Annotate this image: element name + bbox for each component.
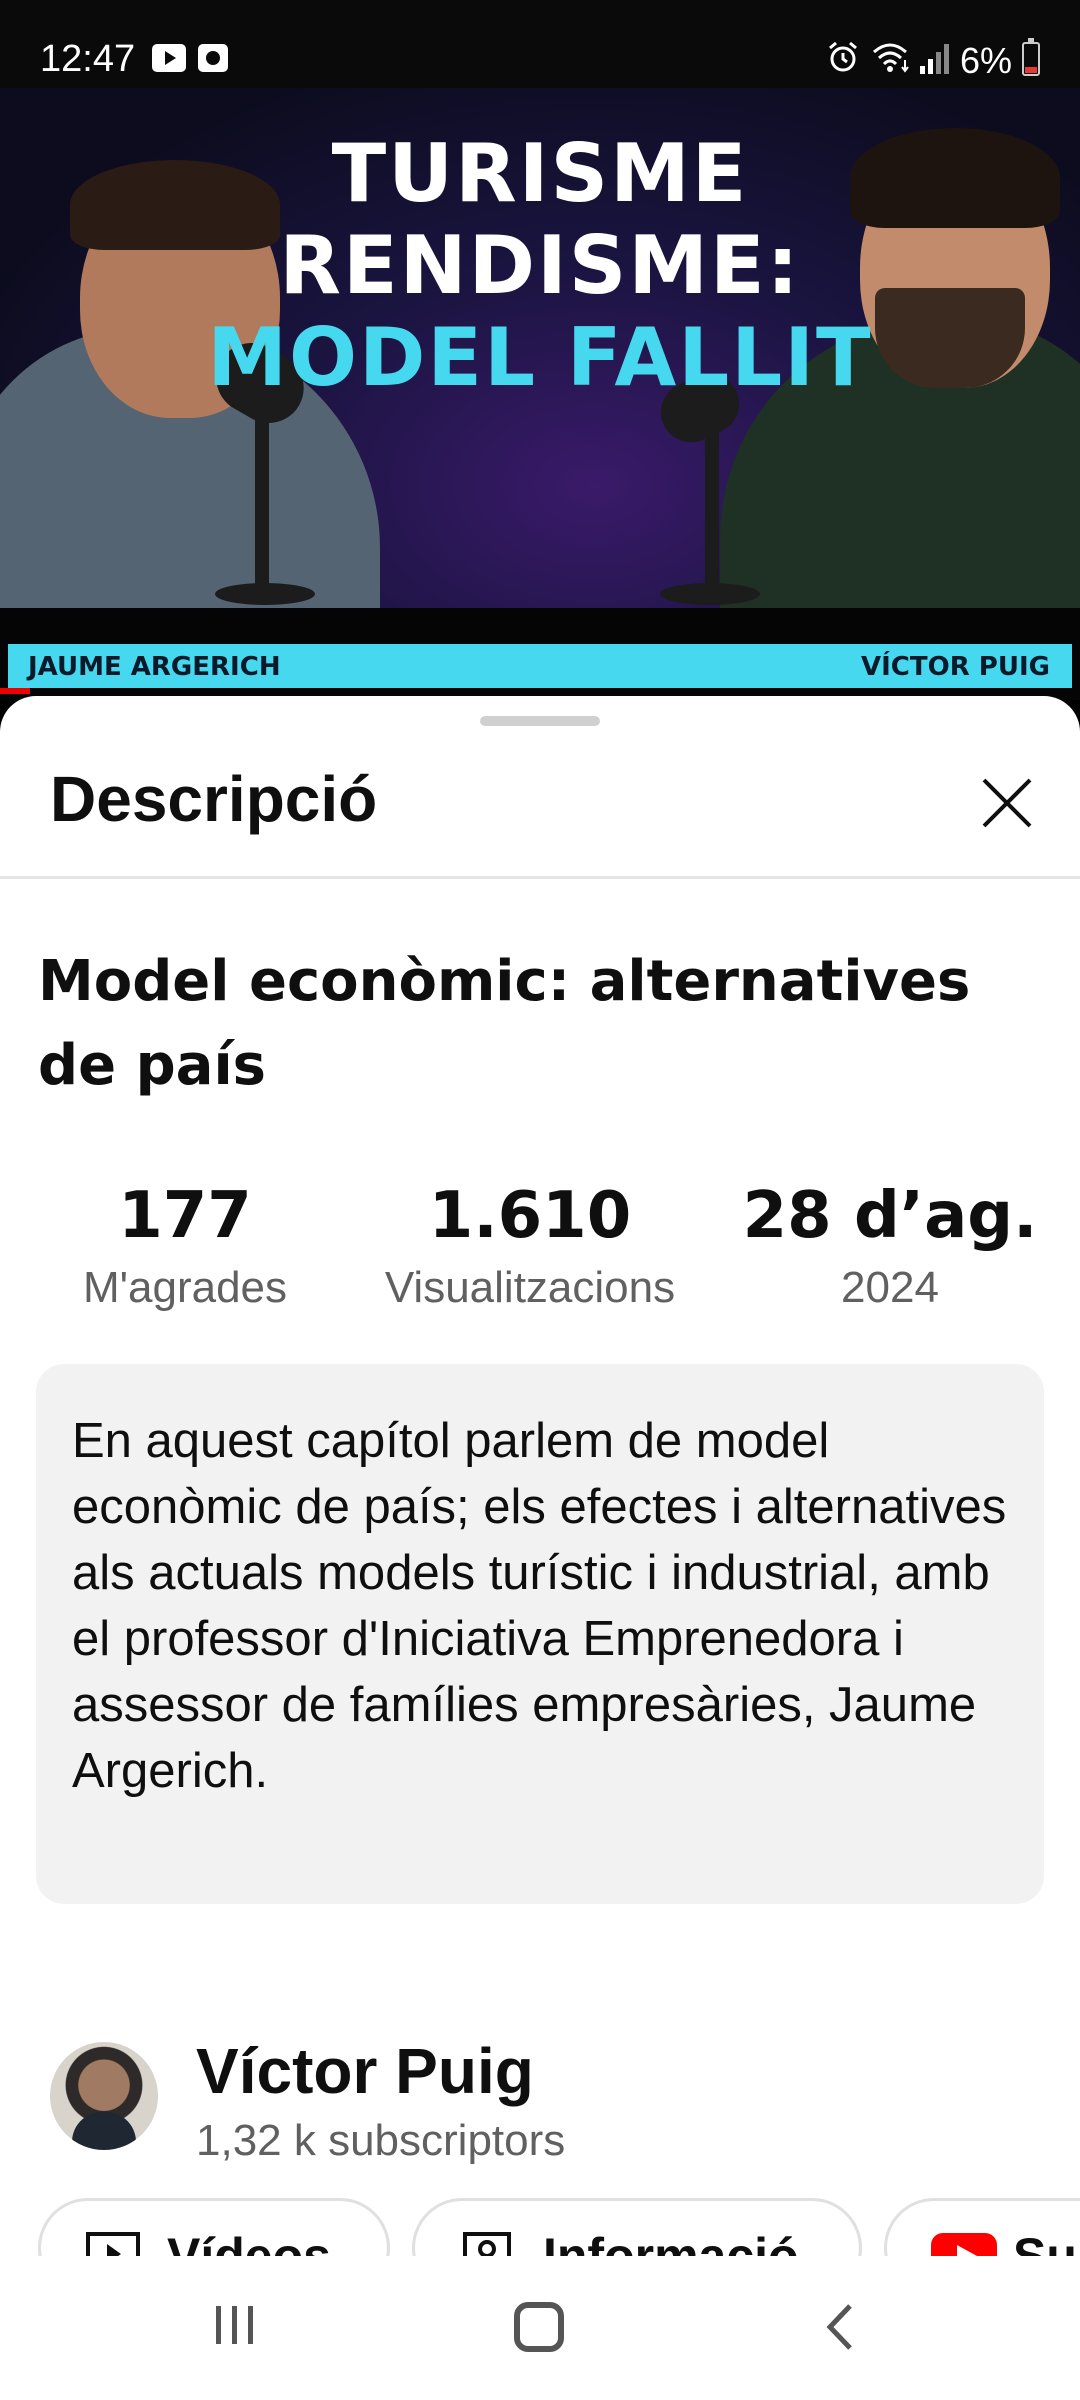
name-label-left: JAUME ARGERICH [28,652,281,682]
avatar-figure [72,2112,136,2150]
video-player[interactable]: TURISME RENDISME: MODEL FALLIT JAUME ARG… [0,88,1080,700]
microphone-right-base [660,583,760,605]
thumbnail-title-line-3: MODEL FALLIT [207,311,873,404]
views-label: Visualitzacions [384,1263,676,1312]
alarm-icon [829,41,857,72]
youtube-logo-icon [931,2233,997,2256]
description-sheet: Descripció Model econòmic: alternatives … [0,696,1080,2256]
channel-avatar[interactable] [50,2042,158,2150]
thumbnail-title-line-2: RENDISME: [279,219,801,312]
drag-handle[interactable] [480,716,600,726]
close-icon[interactable] [970,766,1044,840]
date-stat: 28 d’ag. 2024 [740,1176,1040,1316]
subscriber-count: 1,32 k subscriptors [196,2116,566,2165]
info-chip-button[interactable]: Informació [412,2198,862,2256]
signal-icon [920,44,949,74]
wifi-icon [873,43,909,73]
divider [0,876,1080,879]
channel-name[interactable]: Víctor Puig [196,2034,534,2108]
publish-year: 2024 [841,1263,939,1312]
recent-apps-icon[interactable] [212,2302,258,2348]
sheet-title: Descripció [50,763,378,835]
publish-date: 28 d’ag. [742,1179,1038,1253]
system-nav-bar [0,2256,1080,2400]
views-stat: 1.610 Visualitzacions [360,1176,700,1316]
youtube-notification-icon [152,44,186,72]
thumbnail-title: TURISME RENDISME: MODEL FALLIT [0,128,1080,404]
screen-record-icon [198,44,228,72]
subscribe-chip-label: Subscriu-te [1013,2228,1080,2256]
microphone-right-stand [705,428,719,588]
home-icon[interactable] [514,2302,564,2352]
videos-chip-label: Vídeos [167,2228,331,2256]
videos-chip-button[interactable]: Vídeos [38,2198,390,2256]
views-count: 1.610 [428,1179,632,1253]
video-title: Model econòmic: alternatives de país [38,949,971,1098]
name-strip: JAUME ARGERICH VÍCTOR PUIG [8,644,1072,688]
description-box[interactable]: En aquest capítol parlem de model econòm… [36,1364,1044,1904]
name-label-right: VÍCTOR PUIG [861,652,1050,682]
video-play-icon [86,2232,140,2256]
likes-label: M'agrades [82,1263,288,1312]
likes-count: 177 [118,1179,252,1253]
description-text: En aquest capítol parlem de model econòm… [72,1414,1007,1798]
microphone-left-stand [255,408,269,588]
back-icon[interactable] [820,2302,860,2352]
battery-icon [1022,38,1040,76]
battery-percent: 6% [960,40,1013,81]
person-info-icon [463,2232,511,2256]
status-bar: 12:47 6% [0,0,1080,88]
subscribe-chip-button[interactable]: Subscriu-te [884,2198,1080,2256]
likes-stat: 177 M'agrades [60,1176,310,1316]
thumbnail-title-line-1: TURISME [331,127,749,220]
info-chip-label: Informació [543,2228,799,2256]
video-progress-bar[interactable] [0,688,30,694]
status-time: 12:47 [40,38,136,80]
microphone-left-base [215,583,315,605]
